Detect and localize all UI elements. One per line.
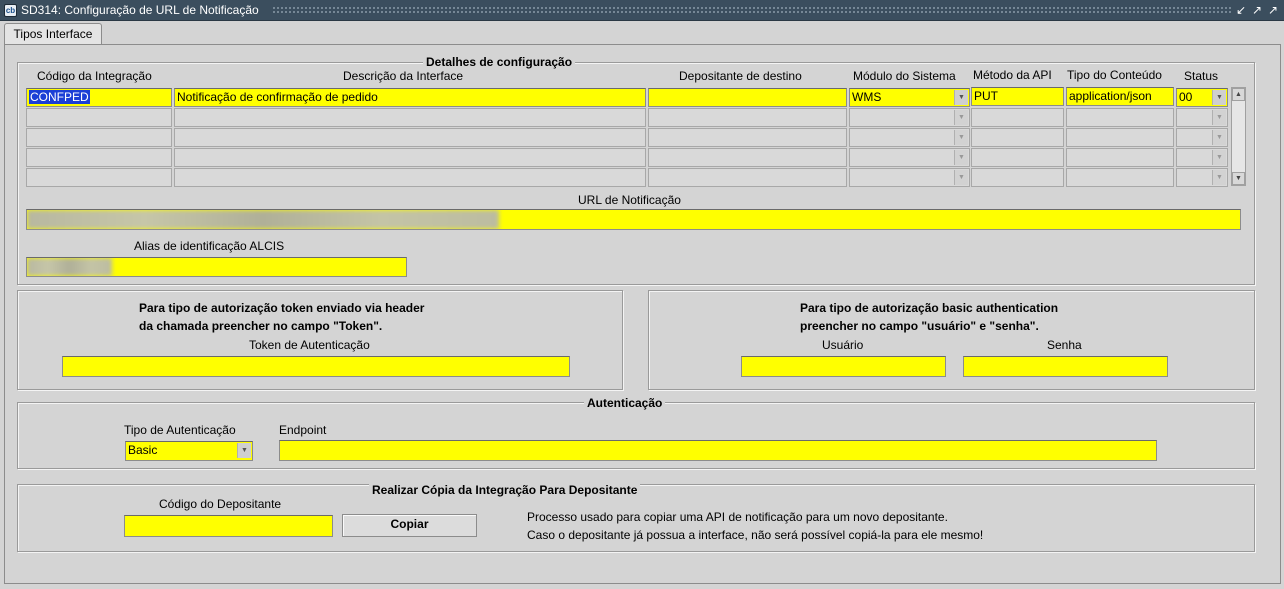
url-label: URL de Notificação <box>578 193 681 207</box>
url-field[interactable] <box>26 209 1241 230</box>
maximize-icon[interactable]: ↗ <box>1250 2 1264 18</box>
col-header-metodo: Método da API <box>973 68 1052 82</box>
user-field[interactable] <box>741 356 946 377</box>
redacted-alias-value <box>27 258 112 276</box>
restore-icon[interactable]: ↗ <box>1266 2 1280 18</box>
depositante-field[interactable] <box>648 148 847 167</box>
depositante-field[interactable] <box>648 88 847 107</box>
auth-type-label: Tipo de Autenticação <box>124 423 236 437</box>
status-select[interactable]: ▼ <box>1176 128 1228 147</box>
codigo-field[interactable] <box>26 128 172 147</box>
metodo-field[interactable] <box>971 168 1064 187</box>
password-label: Senha <box>1047 338 1082 352</box>
col-header-modulo: Módulo do Sistema <box>853 69 956 83</box>
codigo-field[interactable]: CONFPED <box>26 88 172 107</box>
chevron-down-icon[interactable]: ▼ <box>1212 170 1226 185</box>
col-header-codigo: Código da Integração <box>37 69 152 83</box>
auth-type-select[interactable]: Basic ▼ <box>125 441 253 461</box>
copy-button[interactable]: Copiar <box>342 514 477 537</box>
redacted-url-value <box>27 210 499 229</box>
descricao-field[interactable] <box>174 128 646 147</box>
token-instructions-line1: Para tipo de autorização token enviado v… <box>139 301 425 315</box>
tipo-field[interactable] <box>1066 128 1174 147</box>
status-value: 00 <box>1179 90 1193 104</box>
auth-type-value: Basic <box>128 443 158 457</box>
token-field[interactable] <box>62 356 570 377</box>
minimize-icon[interactable]: ↙ <box>1234 2 1248 18</box>
codigo-field[interactable] <box>26 168 172 187</box>
password-field[interactable] <box>963 356 1168 377</box>
endpoint-field[interactable] <box>279 440 1157 461</box>
col-header-depositante: Depositante de destino <box>679 69 802 83</box>
tipo-field[interactable] <box>1066 148 1174 167</box>
chevron-down-icon[interactable]: ▼ <box>237 443 251 458</box>
descricao-field[interactable] <box>174 148 646 167</box>
token-label: Token de Autenticação <box>249 338 370 352</box>
user-label: Usuário <box>822 338 864 352</box>
chevron-down-icon[interactable]: ▼ <box>1212 90 1226 105</box>
codigo-field[interactable] <box>26 148 172 167</box>
scroll-up-icon[interactable]: ▲ <box>1232 88 1245 101</box>
chevron-down-icon[interactable]: ▼ <box>954 130 968 145</box>
chevron-down-icon[interactable]: ▼ <box>1212 110 1226 125</box>
descricao-field[interactable]: Notificação de confirmação de pedido <box>174 88 646 107</box>
chevron-down-icon[interactable]: ▼ <box>1212 130 1226 145</box>
status-select[interactable]: ▼ <box>1176 168 1228 187</box>
modulo-value: WMS <box>852 90 882 104</box>
modulo-select[interactable]: ▼ <box>849 108 970 127</box>
titlebar-grip <box>272 6 1232 15</box>
metodo-field[interactable] <box>971 128 1064 147</box>
col-header-tipo: Tipo do Conteúdo <box>1067 68 1162 82</box>
alias-field[interactable] <box>26 257 407 277</box>
chevron-down-icon[interactable]: ▼ <box>954 150 968 165</box>
window-title: SD314: Configuração de URL de Notificaçã… <box>21 3 259 17</box>
tipo-field[interactable]: application/json <box>1066 87 1174 106</box>
col-header-descricao: Descrição da Interface <box>343 69 464 83</box>
descricao-field[interactable] <box>174 168 646 187</box>
tipo-field[interactable] <box>1066 108 1174 127</box>
window-titlebar: cb SD314: Configuração de URL de Notific… <box>0 0 1284 21</box>
copy-title: Realizar Cópia da Integração Para Deposi… <box>369 483 641 497</box>
status-select[interactable]: 00 ▼ <box>1176 88 1228 107</box>
modulo-select[interactable]: ▼ <box>849 148 970 167</box>
chevron-down-icon[interactable]: ▼ <box>954 170 968 185</box>
chevron-down-icon[interactable]: ▼ <box>954 110 968 125</box>
token-instructions-line2: da chamada preencher no campo "Token". <box>139 319 383 333</box>
metodo-field[interactable] <box>971 108 1064 127</box>
details-title: Detalhes de configuração <box>423 55 576 69</box>
depositante-code-field[interactable] <box>124 515 333 537</box>
basic-instructions-line1: Para tipo de autorização basic authentic… <box>800 301 1059 315</box>
status-select[interactable]: ▼ <box>1176 108 1228 127</box>
status-select[interactable]: ▼ <box>1176 148 1228 167</box>
basic-instructions-line2: preencher no campo "usuário" e "senha". <box>800 319 1039 333</box>
col-header-status: Status <box>1184 69 1219 83</box>
depositante-field[interactable] <box>648 128 847 147</box>
scroll-down-icon[interactable]: ▼ <box>1232 172 1245 185</box>
tipo-field[interactable] <box>1066 168 1174 187</box>
depositante-field[interactable] <box>648 168 847 187</box>
endpoint-label: Endpoint <box>279 423 327 437</box>
modulo-select[interactable]: ▼ <box>849 128 970 147</box>
tab-tipos-interface[interactable]: Tipos Interface <box>4 23 102 45</box>
auth-title: Autenticação <box>584 396 666 410</box>
rows-scrollbar[interactable]: ▲ ▼ <box>1231 87 1246 186</box>
depositante-field[interactable] <box>648 108 847 127</box>
modulo-select[interactable]: WMS ▼ <box>849 88 970 107</box>
alias-label: Alias de identificação ALCIS <box>134 239 285 253</box>
app-icon: cb <box>4 4 17 17</box>
depositante-code-label: Código do Depositante <box>159 497 282 511</box>
codigo-field[interactable] <box>26 108 172 127</box>
chevron-down-icon[interactable]: ▼ <box>954 90 968 105</box>
metodo-field[interactable]: PUT <box>971 87 1064 106</box>
descricao-field[interactable] <box>174 108 646 127</box>
codigo-value: CONFPED <box>29 90 90 104</box>
copy-info-line1: Processo usado para copiar uma API de no… <box>527 510 948 524</box>
metodo-field[interactable] <box>971 148 1064 167</box>
modulo-select[interactable]: ▼ <box>849 168 970 187</box>
copy-info-line2: Caso o depositante já possua a interface… <box>527 528 984 542</box>
chevron-down-icon[interactable]: ▼ <box>1212 150 1226 165</box>
